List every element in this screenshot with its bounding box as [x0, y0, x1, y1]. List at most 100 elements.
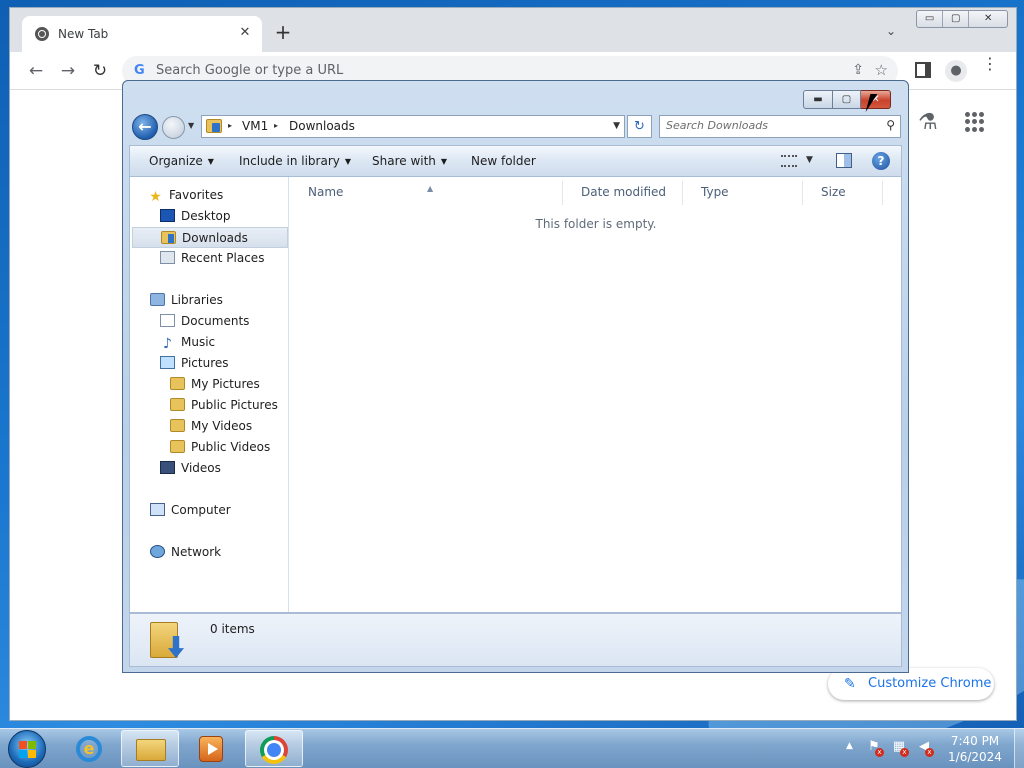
nav-downloads-label: Downloads	[182, 231, 248, 245]
volume-muted-icon[interactable]: ◀ x	[916, 739, 934, 757]
help-icon[interactable]: ?	[872, 152, 890, 170]
labs-flask-icon[interactable]: ⚗	[918, 110, 938, 135]
chrome-maximize-button[interactable]: ▢	[943, 11, 970, 27]
address-dropdown-icon[interactable]: ▼	[613, 121, 620, 131]
music-note-icon: ♪	[163, 336, 172, 352]
downloads-icon	[161, 231, 176, 244]
nav-network[interactable]: Network	[150, 542, 221, 563]
search-icon[interactable]: ⚲	[886, 118, 895, 132]
taskbar-chrome[interactable]	[245, 730, 303, 767]
explorer-back-button[interactable]: ←	[132, 114, 158, 140]
taskbar-windows-explorer[interactable]	[121, 730, 179, 767]
nav-documents[interactable]: Documents	[160, 311, 249, 332]
windows-explorer-icon	[136, 739, 166, 761]
chevron-down-icon: ▼	[440, 157, 448, 166]
tab-search-dropdown-icon[interactable]: ⌄	[886, 24, 896, 38]
nav-documents-label: Documents	[181, 314, 250, 328]
new-folder-button[interactable]: New folder	[471, 154, 536, 168]
nav-my-videos[interactable]: My Videos	[170, 416, 252, 437]
column-header-name[interactable]: ▲ Name	[290, 181, 563, 205]
view-options-caret-icon[interactable]: ▼	[806, 155, 813, 165]
nav-recent-places[interactable]: Recent Places	[160, 248, 264, 269]
mute-badge-icon: x	[925, 748, 934, 757]
nav-public-videos-label: Public Videos	[191, 440, 271, 454]
system-clock[interactable]: 7:40 PM 1/6/2024	[940, 733, 1010, 765]
show-desktop-button[interactable]	[1014, 729, 1024, 768]
reload-button[interactable]: ↻	[90, 61, 110, 81]
nav-desktop[interactable]: Desktop	[160, 206, 231, 227]
share-icon[interactable]: ⇪	[852, 62, 864, 78]
recent-pages-caret-icon[interactable]: ▼	[188, 121, 194, 130]
downloads-folder-icon	[206, 119, 222, 133]
show-hidden-icons-icon[interactable]: ▲	[846, 741, 853, 751]
nav-network-label: Network	[171, 545, 222, 559]
details-pane: 0 items	[129, 613, 902, 667]
explorer-minimize-button[interactable]: ▬	[803, 90, 833, 109]
explorer-forward-button[interactable]	[162, 116, 185, 139]
change-view-icon[interactable]	[781, 155, 797, 167]
share-with-label: Share with	[372, 154, 436, 168]
start-button[interactable]	[8, 730, 46, 768]
nav-downloads[interactable]: Downloads	[132, 227, 288, 248]
omnibox-placeholder[interactable]: Search Google or type a URL	[156, 63, 343, 78]
taskbar-internet-explorer[interactable]: e	[60, 730, 118, 767]
nav-public-pictures[interactable]: Public Pictures	[170, 395, 278, 416]
address-bar[interactable]: ▸ VM1 ▸ Downloads ▼	[201, 115, 625, 138]
side-panel-icon[interactable]	[915, 62, 931, 78]
nav-videos[interactable]: Videos	[160, 458, 221, 479]
column-header-type[interactable]: Type	[683, 181, 803, 205]
folder-icon	[170, 398, 185, 411]
organize-button[interactable]: Organize ▼	[149, 154, 214, 168]
explorer-content: ★ Favorites Desktop Downloads Recent Plac…	[129, 177, 902, 613]
nav-public-pictures-label: Public Pictures	[191, 398, 278, 412]
nav-libraries[interactable]: Libraries	[150, 290, 223, 311]
breadcrumb-vm1[interactable]: VM1	[242, 119, 268, 133]
explorer-close-button[interactable]: ✕	[861, 90, 891, 109]
include-in-library-button[interactable]: Include in library ▼	[239, 154, 351, 168]
folder-icon	[170, 419, 185, 432]
explorer-maximize-button[interactable]: ▢	[833, 90, 861, 109]
nav-computer[interactable]: Computer	[150, 500, 231, 521]
chrome-menu-icon[interactable]: ⋮	[982, 56, 998, 72]
network-status-icon[interactable]: ▦ x	[891, 739, 909, 757]
nav-favorites[interactable]: ★ Favorites	[148, 185, 223, 206]
share-with-button[interactable]: Share with ▼	[372, 154, 447, 168]
tab-close-icon[interactable]: ✕	[236, 24, 254, 42]
chrome-icon	[260, 736, 288, 764]
back-button[interactable]: ←	[26, 61, 46, 81]
column-name-label: Name	[308, 185, 344, 199]
error-badge-icon: x	[900, 748, 909, 757]
breadcrumb-arrow-icon[interactable]: ▸	[228, 121, 232, 130]
chrome-window-controls: ▭ ▢ ✕	[916, 10, 1008, 28]
chrome-close-button[interactable]: ✕	[969, 11, 1007, 27]
nav-libraries-label: Libraries	[171, 293, 223, 307]
search-downloads-box[interactable]: ⚲	[659, 115, 901, 138]
forward-button[interactable]: →	[58, 61, 78, 81]
profile-avatar-icon[interactable]: ●	[945, 60, 967, 82]
column-header-date-modified[interactable]: Date modified	[563, 181, 683, 205]
nav-recent-places-label: Recent Places	[181, 251, 265, 265]
breadcrumb-downloads[interactable]: Downloads	[289, 119, 355, 133]
tab-new-tab[interactable]: New Tab ✕	[22, 16, 262, 52]
new-tab-button[interactable]: +	[272, 22, 294, 44]
nav-my-pictures[interactable]: My Pictures	[170, 374, 260, 395]
bookmark-star-icon[interactable]: ☆	[875, 61, 888, 79]
downloads-folder-large-icon	[150, 618, 184, 660]
google-apps-icon[interactable]	[965, 112, 985, 132]
favorites-star-icon: ★	[149, 189, 162, 205]
customize-chrome-label: Customize Chrome	[868, 676, 992, 691]
chrome-minimize-button[interactable]: ▭	[917, 11, 944, 27]
action-center-flag-icon[interactable]: ⚑ x	[866, 739, 884, 757]
column-header-size[interactable]: Size	[803, 181, 883, 205]
tab-title: New Tab	[58, 27, 109, 41]
taskbar-media-player[interactable]	[182, 730, 240, 767]
computer-icon	[150, 503, 165, 516]
preview-pane-icon[interactable]	[836, 153, 852, 168]
nav-music[interactable]: ♪ Music	[160, 332, 215, 353]
refresh-button[interactable]: ↻	[627, 115, 652, 138]
chevron-down-icon: ▼	[207, 157, 214, 166]
search-input[interactable]	[666, 119, 866, 132]
nav-pictures[interactable]: Pictures	[160, 353, 229, 374]
nav-public-videos[interactable]: Public Videos	[170, 437, 270, 458]
breadcrumb-arrow-icon[interactable]: ▸	[274, 121, 278, 130]
